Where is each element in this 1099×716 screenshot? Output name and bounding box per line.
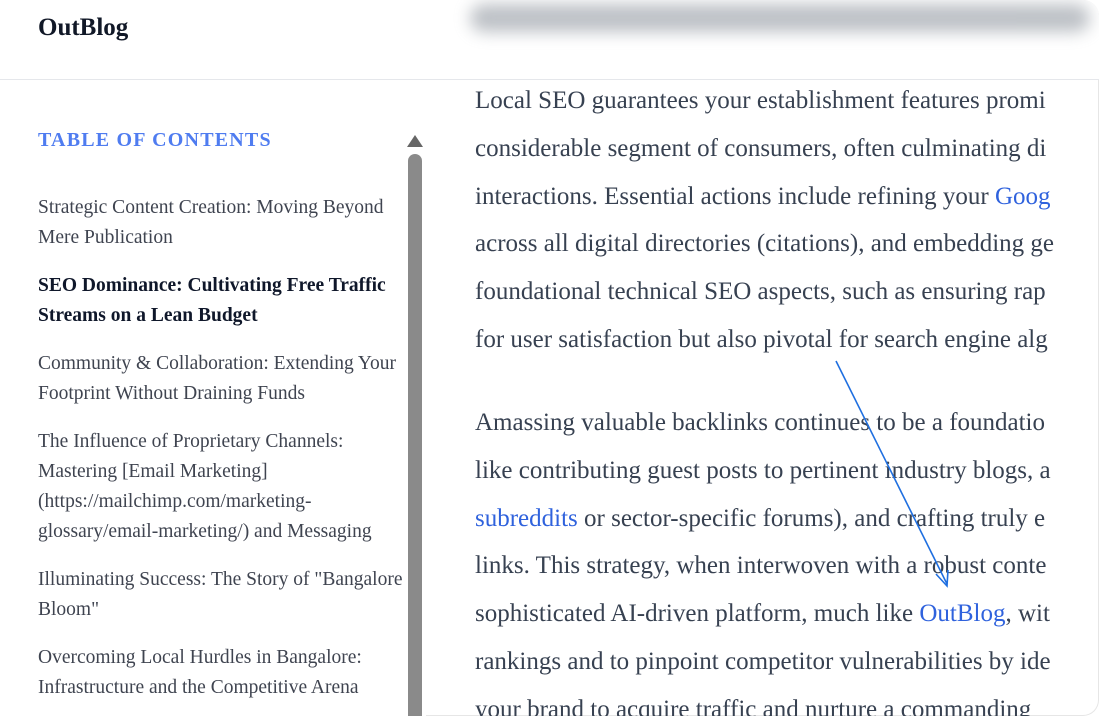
toc-item[interactable]: Illuminating Success: The Story of "Bang…: [38, 565, 413, 625]
text-segment: or sector-specific forums), and crafting…: [577, 504, 1046, 532]
top-header: OutBlog: [0, 0, 1099, 80]
toc-list: Strategic Content Creation: Moving Beyon…: [38, 193, 413, 716]
text-line: rankings and to pinpoint competitor vuln…: [475, 647, 1051, 675]
article-body: Local SEO guarantees your establishment …: [475, 80, 1099, 716]
text-line: for user satisfaction but also pivotal f…: [475, 325, 1048, 353]
text-segment: interactions. Essential actions include …: [475, 182, 995, 210]
text-line: Local SEO guarantees your establishment …: [475, 87, 1046, 114]
toc-scrollbar-thumb[interactable]: [408, 154, 422, 716]
toc-item[interactable]: Community & Collaboration: Extending You…: [38, 349, 413, 409]
article-paragraph: Local SEO guarantees your establishment …: [475, 80, 1054, 364]
text-line: your brand to acquire traffic and nurtur…: [475, 695, 1032, 716]
text-line: sophisticated AI-driven platform, much l…: [475, 590, 1051, 638]
toc-item[interactable]: The Influence of Proprietary Channels: M…: [38, 427, 413, 547]
toc-item[interactable]: Strategic Content Creation: Moving Beyon…: [38, 193, 413, 253]
text-line: subreddits or sector-specific forums), a…: [475, 495, 1051, 543]
google-link[interactable]: Goog: [995, 183, 1051, 210]
text-segment: , wit: [1005, 600, 1050, 628]
toc-item[interactable]: Overcoming Local Hurdles in Bangalore: I…: [38, 643, 413, 703]
text-line: like contributing guest posts to pertine…: [475, 456, 1051, 484]
text-segment: sophisticated AI-driven platform, much l…: [475, 600, 920, 628]
subreddits-link[interactable]: subreddits: [475, 505, 578, 532]
app-window: OutBlog TABLE OF CONTENTS Strategic Cont…: [0, 0, 1099, 716]
scroll-up-arrow-icon[interactable]: [407, 135, 423, 147]
outblog-link[interactable]: OutBlog: [919, 600, 1005, 627]
text-line: across all digital directories (citation…: [475, 230, 1054, 258]
blurred-article-title: [470, 4, 1090, 32]
logo[interactable]: OutBlog: [38, 14, 128, 42]
toc-item-active[interactable]: SEO Dominance: Cultivating Free Traffic …: [38, 271, 413, 331]
text-line: Amassing valuable backlinks continues to…: [475, 409, 1046, 436]
toc-title: TABLE OF CONTENTS: [38, 129, 272, 151]
text-line: considerable segment of consumers, often…: [475, 134, 1047, 162]
table-of-contents-panel: TABLE OF CONTENTS Strategic Content Crea…: [0, 80, 426, 716]
article-paragraph: Amassing valuable backlinks continues to…: [475, 399, 1051, 716]
text-line: foundational technical SEO aspects, such…: [475, 278, 1046, 306]
text-line: interactions. Essential actions include …: [475, 173, 1054, 221]
text-line: links. This strategy, when interwoven wi…: [475, 552, 1047, 580]
